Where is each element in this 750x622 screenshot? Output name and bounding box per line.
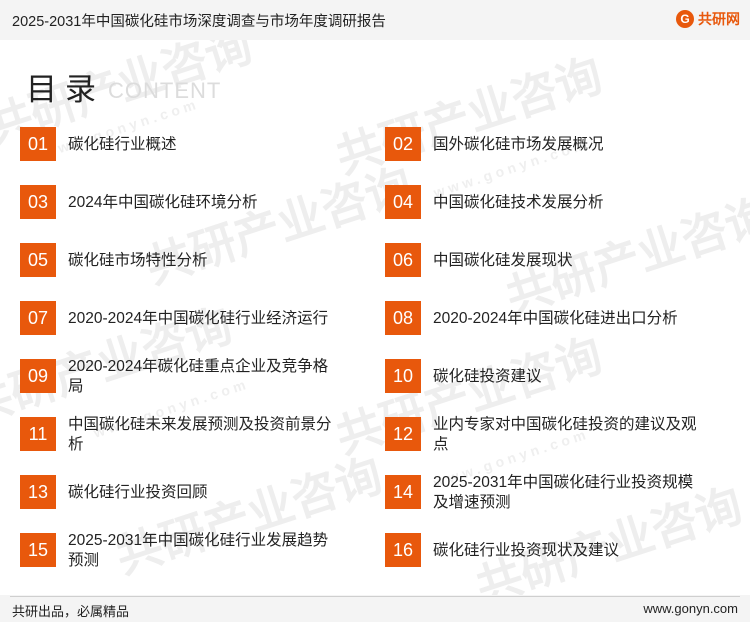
toc-item-08[interactable]: 08 2020-2024年中国碳化硅进出口分析 (385, 301, 725, 337)
footer-slogan: 共研出品，必属精品 (12, 604, 130, 619)
logo-icon: G (676, 10, 694, 28)
toc-label: 中国碳化硅未来发展预测及投资前景分析 (68, 416, 332, 453)
toc-number: 06 (385, 243, 421, 277)
toc-label: 碳化硅行业投资回顾 (68, 484, 208, 501)
toc-number: 07 (20, 301, 56, 335)
toc-heading-title: 目录 (26, 72, 104, 107)
toc-heading: 目录 (26, 64, 104, 109)
toc-number: 08 (385, 301, 421, 335)
toc-label: 2020-2024年中国碳化硅进出口分析 (433, 310, 678, 327)
toc-item-15[interactable]: 15 2025-2031年中国碳化硅行业发展趋势预测 (20, 532, 360, 569)
toc-item-07[interactable]: 07 2020-2024年中国碳化硅行业经济运行 (20, 301, 360, 337)
footer-website[interactable]: www.gonyn.com (643, 601, 738, 616)
toc-number: 14 (385, 475, 421, 509)
toc-number: 01 (20, 127, 56, 161)
toc-item-10[interactable]: 10 碳化硅投资建议 (385, 359, 725, 395)
toc-number: 05 (20, 243, 56, 277)
toc-number: 03 (20, 185, 56, 219)
toc-number: 16 (385, 533, 421, 567)
toc-item-02[interactable]: 02 国外碳化硅市场发展概况 (385, 127, 725, 163)
footer-divider (10, 596, 740, 597)
toc-item-13[interactable]: 13 碳化硅行业投资回顾 (20, 475, 360, 511)
toc-item-06[interactable]: 06 中国碳化硅发展现状 (385, 243, 725, 279)
logo-text: 共研网 (698, 11, 740, 27)
toc-label: 碳化硅行业概述 (68, 136, 177, 153)
toc-item-11[interactable]: 11 中国碳化硅未来发展预测及投资前景分析 (20, 416, 360, 453)
toc-label: 2024年中国碳化硅环境分析 (68, 194, 258, 211)
toc-label: 碳化硅市场特性分析 (68, 252, 208, 269)
toc-number: 12 (385, 417, 421, 451)
toc-number: 04 (385, 185, 421, 219)
toc-number: 15 (20, 533, 56, 567)
toc-number: 10 (385, 359, 421, 393)
toc-number: 13 (20, 475, 56, 509)
toc-number: 09 (20, 359, 56, 393)
brand-logo: G 共研网 (676, 9, 740, 29)
toc-label: 中国碳化硅技术发展分析 (433, 194, 604, 211)
toc-item-14[interactable]: 14 2025-2031年中国碳化硅行业投资规模及增速预测 (385, 474, 725, 511)
toc-label: 碳化硅行业投资现状及建议 (433, 542, 620, 559)
toc-item-03[interactable]: 03 2024年中国碳化硅环境分析 (20, 185, 360, 221)
toc-number: 11 (20, 417, 56, 451)
toc-label: 2025-2031年中国碳化硅行业投资规模及增速预测 (433, 474, 694, 511)
toc-label: 国外碳化硅市场发展概况 (433, 136, 604, 153)
watermark-text: 共研产业咨询 (329, 48, 609, 184)
toc-item-12[interactable]: 12 业内专家对中国碳化硅投资的建议及观点 (385, 416, 725, 453)
toc-item-04[interactable]: 04 中国碳化硅技术发展分析 (385, 185, 725, 221)
toc-number: 02 (385, 127, 421, 161)
toc-item-09[interactable]: 09 2020-2024年碳化硅重点企业及竞争格局 (20, 358, 360, 395)
toc-item-05[interactable]: 05 碳化硅市场特性分析 (20, 243, 360, 279)
toc-item-16[interactable]: 16 碳化硅行业投资现状及建议 (385, 533, 725, 569)
toc-label: 业内专家对中国碳化硅投资的建议及观点 (433, 416, 697, 453)
toc-heading-english: CONTENT (108, 78, 222, 103)
toc-label: 中国碳化硅发展现状 (433, 252, 573, 269)
toc-label: 2020-2024年中国碳化硅行业经济运行 (68, 310, 329, 327)
toc-label: 碳化硅投资建议 (433, 368, 542, 385)
toc-label: 2025-2031年中国碳化硅行业发展趋势预测 (68, 532, 329, 569)
toc-label: 2020-2024年碳化硅重点企业及竞争格局 (68, 358, 329, 395)
toc-item-01[interactable]: 01 碳化硅行业概述 (20, 127, 360, 163)
document-title: 2025-2031年中国碳化硅市场深度调查与市场年度调研报告 (12, 14, 386, 30)
